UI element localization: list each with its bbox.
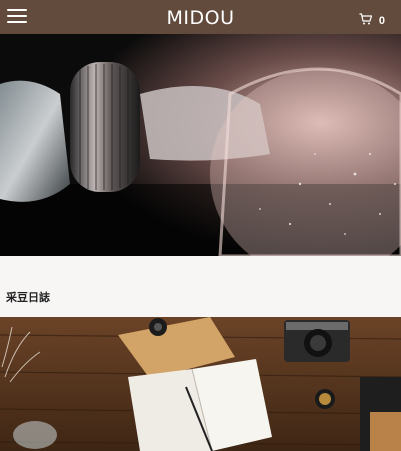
shopping-cart-icon xyxy=(359,13,372,25)
top-nav-bar: MIDOU 0 xyxy=(0,0,401,34)
section-title[interactable]: 采豆日誌 xyxy=(6,289,50,305)
hero-banner-image[interactable] xyxy=(0,34,401,256)
blog-feature-image[interactable] xyxy=(0,317,401,451)
cart-count: 0 xyxy=(378,14,385,27)
site-logo[interactable]: MIDOU xyxy=(0,7,401,29)
cart-button[interactable]: 0 xyxy=(359,11,385,27)
blog-section-header: 采豆日誌 xyxy=(0,256,401,317)
page: MIDOU 0 采豆日誌 xyxy=(0,0,401,451)
